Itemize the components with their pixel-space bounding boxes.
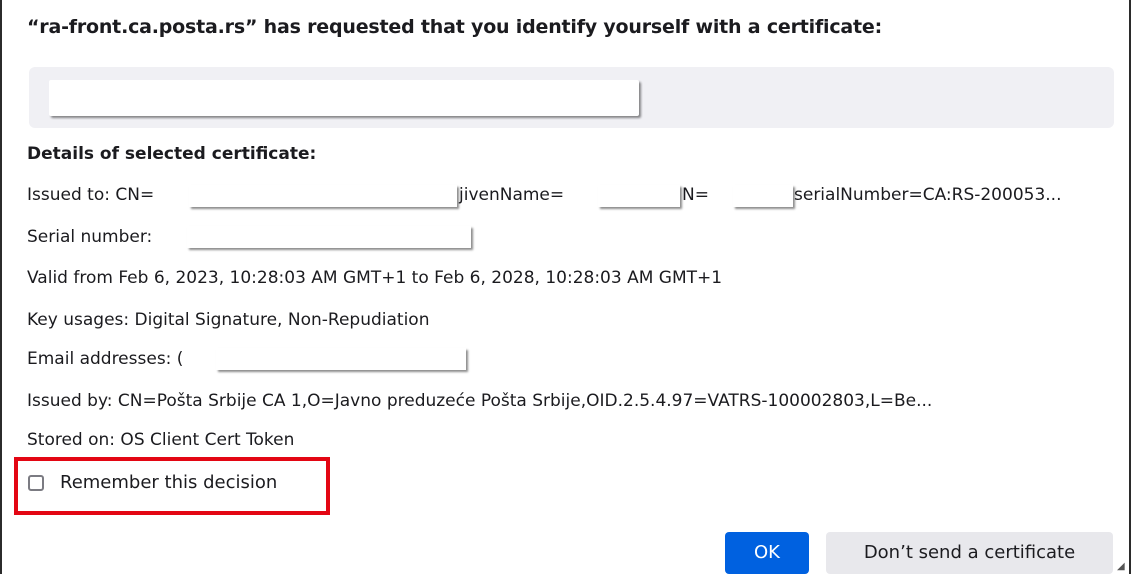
certificate-list[interactable]	[29, 67, 1114, 128]
resize-grip-icon[interactable]: ◢	[1117, 562, 1127, 572]
redacted-serial-number	[187, 226, 471, 248]
validity-row: Valid from Feb 6, 2023, 10:28:03 AM GMT+…	[27, 268, 723, 288]
serial-number-row: Serial number:	[27, 225, 527, 249]
key-usages-row: Key usages: Digital Signature, Non-Repud…	[27, 310, 430, 330]
remember-decision-highlight: Remember this decision	[14, 457, 330, 515]
issued-by-row: Issued by: CN=Pošta Srbije CA 1,O=Javno …	[27, 391, 933, 411]
remember-decision-label[interactable]: Remember this decision	[60, 471, 277, 495]
redacted-surname	[733, 185, 793, 207]
redacted-given-name	[598, 185, 680, 207]
redacted-common-name	[189, 185, 457, 207]
remember-decision-checkbox[interactable]	[28, 475, 44, 491]
ok-button[interactable]: OK	[725, 532, 809, 574]
issued-to-surname: N=	[682, 185, 709, 205]
dialog-title: “ra-front.ca.posta.rs” has requested tha…	[27, 16, 882, 38]
issued-to-prefix: Issued to: CN=	[27, 185, 155, 205]
certificate-list-item[interactable]	[49, 80, 639, 116]
email-row: Email addresses: (	[27, 347, 527, 371]
details-heading: Details of selected certificate:	[27, 144, 317, 164]
email-label: Email addresses: (	[27, 349, 184, 369]
dont-send-certificate-button[interactable]: Don’t send a certificate	[826, 532, 1113, 574]
window-border-left	[0, 0, 2, 574]
issued-to-row: Issued to: CN= jivenName= N= serialNumbe…	[27, 183, 1117, 207]
redacted-email	[216, 348, 466, 370]
stored-on-row: Stored on: OS Client Cert Token	[27, 430, 295, 450]
serial-number-label: Serial number:	[27, 227, 153, 247]
issued-to-given-name: jivenName=	[459, 185, 565, 205]
issued-to-serial-number: serialNumber=CA:RS-200053...	[794, 185, 1062, 205]
